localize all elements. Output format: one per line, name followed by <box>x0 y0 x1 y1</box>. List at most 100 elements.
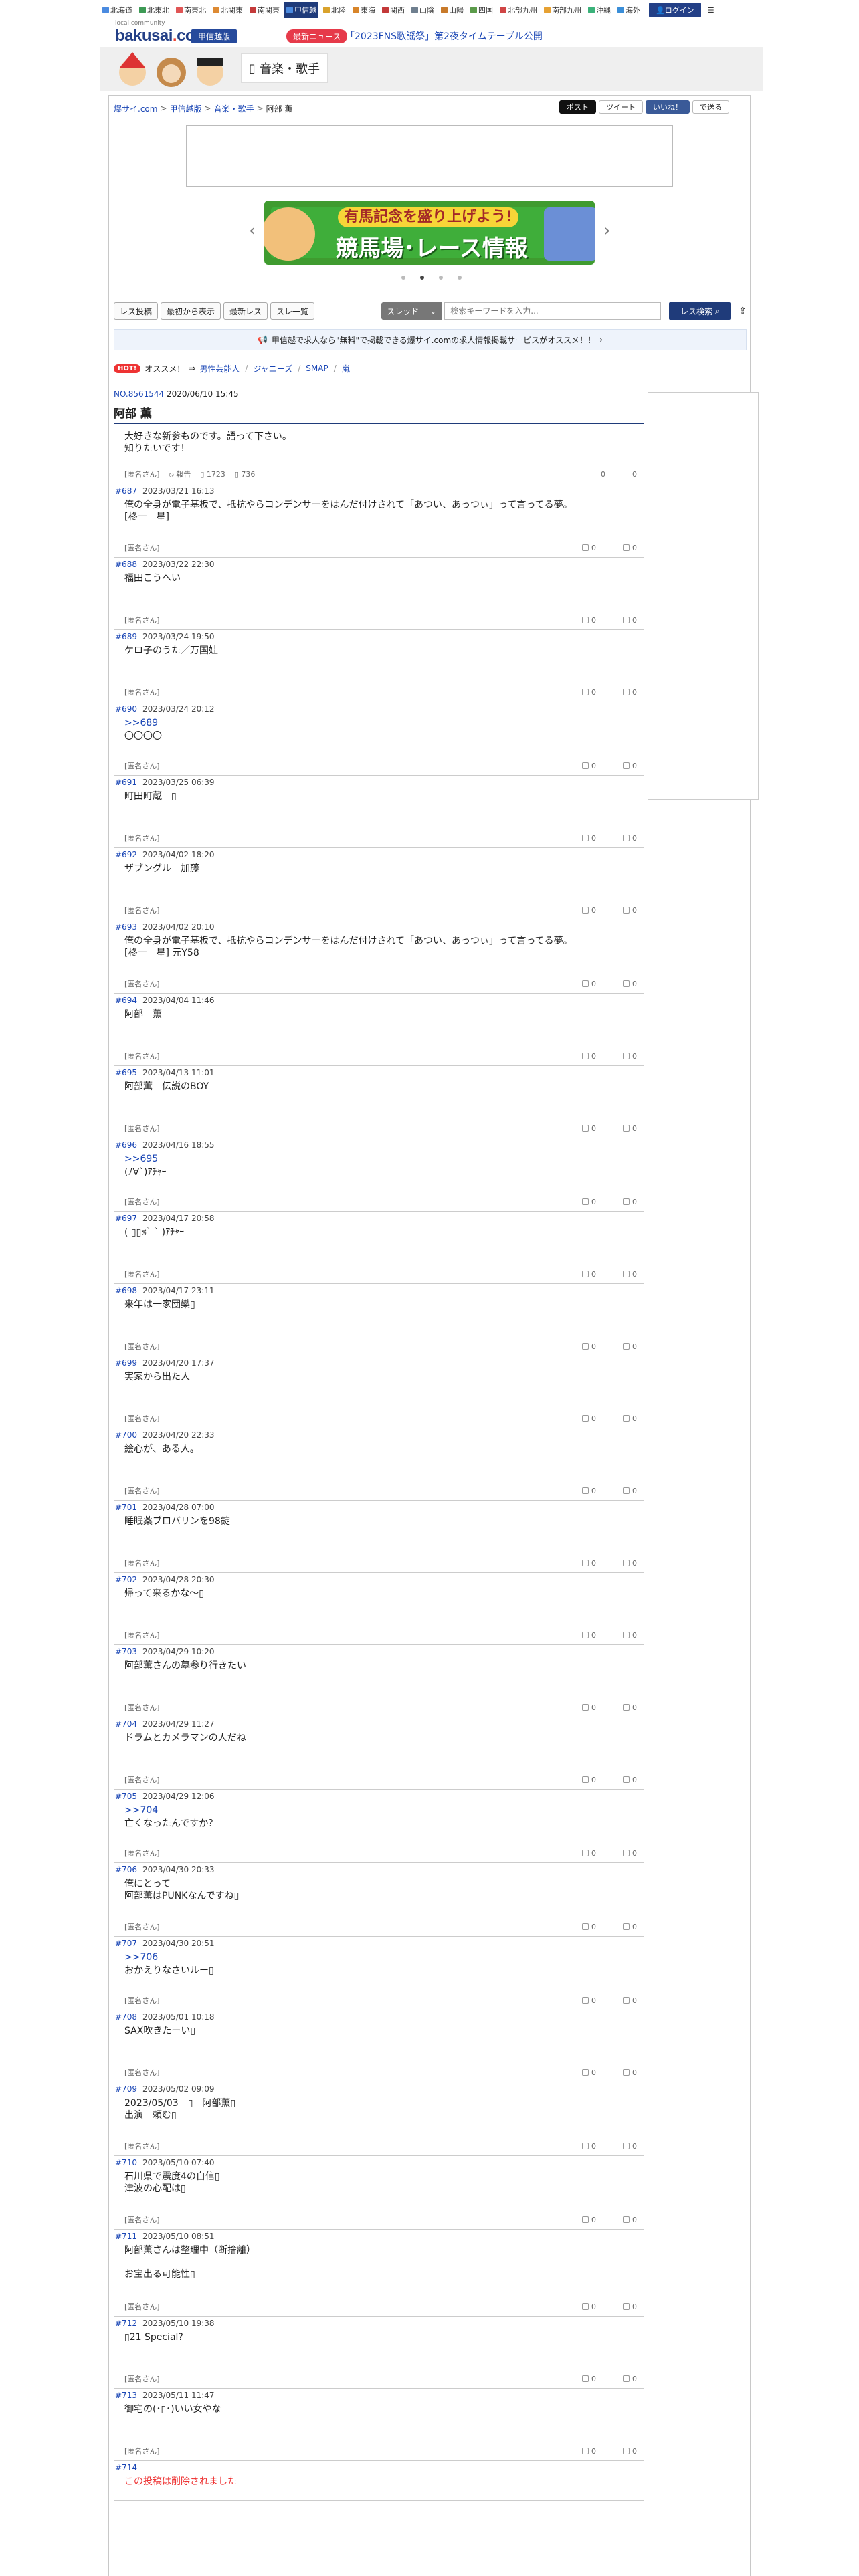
post-number[interactable]: #693 <box>115 922 137 932</box>
login-button[interactable]: 👤 ログイン <box>649 3 701 17</box>
carousel-dot[interactable] <box>439 276 443 280</box>
post-number[interactable]: #694 <box>115 996 137 1005</box>
breadcrumb-home[interactable]: 爆サイ.com <box>114 103 157 114</box>
downvote-button[interactable]: 0 <box>623 1559 637 1568</box>
post-number[interactable]: #708 <box>115 2012 137 2022</box>
downvote-button[interactable]: 0 <box>623 1342 637 1351</box>
search-scope-select[interactable]: スレッド ⌄ <box>381 302 442 320</box>
downvote-button[interactable]: 0 <box>623 1198 637 1206</box>
post-number[interactable]: #704 <box>115 1719 137 1729</box>
upvote-button[interactable]: 0 <box>582 1776 596 1784</box>
post-number[interactable]: #710 <box>115 2158 137 2167</box>
downvote-button[interactable]: 0 <box>623 1996 637 2005</box>
region-link[interactable]: 沖縄 <box>586 2 613 18</box>
area-chip[interactable]: 甲信越版 <box>191 29 237 43</box>
like-button[interactable]: いいね！ <box>646 100 690 114</box>
downvote-button[interactable]: 0 <box>623 544 637 552</box>
upvote-button[interactable]: 0 <box>582 1996 596 2005</box>
downvote-button[interactable]: 0 <box>623 762 637 770</box>
upvote-button[interactable]: 0 <box>582 1923 596 1931</box>
upvote-button[interactable]: 0 <box>582 1414 596 1423</box>
upvote-button[interactable]: 0 <box>582 2302 596 2311</box>
region-link[interactable]: 東海 <box>351 2 377 18</box>
upvote-button[interactable]: 0 <box>582 834 596 843</box>
upvote-button[interactable]: 0 <box>582 1342 596 1351</box>
upvote-button[interactable]: 0 <box>582 1631 596 1640</box>
post-number[interactable]: #691 <box>115 778 137 787</box>
upvote-button[interactable]: 0 <box>582 2216 596 2224</box>
search-input[interactable] <box>444 302 662 320</box>
post-reply-button[interactable]: レス投稿 <box>114 302 159 320</box>
share-icon[interactable]: ⇪ <box>739 306 747 316</box>
carousel-prev-icon[interactable]: ‹ <box>249 221 256 241</box>
post-number[interactable]: #697 <box>115 1214 137 1223</box>
downvote-button[interactable]: 0 <box>623 616 637 625</box>
breadcrumb-category[interactable]: 音楽・歌手 <box>214 103 254 114</box>
carousel-next-icon[interactable]: › <box>603 221 610 241</box>
upvote-button[interactable]: 0 <box>582 1198 596 1206</box>
recommend-link[interactable]: 男性芸能人 <box>199 363 240 374</box>
latest-replies-button[interactable]: 最新レス <box>223 302 268 320</box>
downvote-button[interactable]: 0 <box>623 688 637 697</box>
downvote-button[interactable]: 0 <box>623 1703 637 1712</box>
downvote-button[interactable]: 0 <box>623 2142 637 2151</box>
post-number[interactable]: #712 <box>115 2319 137 2328</box>
post-number[interactable]: #698 <box>115 1286 137 1295</box>
news-link[interactable]: 「2023FNS歌謡祭」第2夜タイムテーブル公開 <box>345 29 543 43</box>
downvote-button[interactable]: 0 <box>623 834 637 843</box>
post-number[interactable]: #700 <box>115 1430 137 1440</box>
upvote-button[interactable]: 0 <box>582 616 596 625</box>
reply-anchor[interactable]: >>695 <box>124 1154 158 1164</box>
post-number[interactable]: #699 <box>115 1358 137 1368</box>
downvote-button[interactable]: 0 <box>623 1631 637 1640</box>
post-number[interactable]: #705 <box>115 1792 137 1801</box>
downvote-button[interactable]: 0 <box>623 1414 637 1423</box>
post-number[interactable]: #703 <box>115 1647 137 1656</box>
post-number[interactable]: #696 <box>115 1140 137 1150</box>
downvote-button[interactable]: 0 <box>623 2375 637 2383</box>
downvote-button[interactable]: 0 <box>623 1124 637 1133</box>
recommend-link[interactable]: ジャニーズ <box>253 363 292 374</box>
upvote-button[interactable]: 0 <box>582 1124 596 1133</box>
downvote-button[interactable]: 0 <box>623 2068 637 2077</box>
post-number[interactable]: #695 <box>115 1068 137 1077</box>
region-link[interactable]: 南部九州 <box>542 2 583 18</box>
downvote-button[interactable]: 0 <box>623 2302 637 2311</box>
downvote-button[interactable]: 0 <box>623 1052 637 1061</box>
upvote-button[interactable]: 0 <box>582 2142 596 2151</box>
downvote-button[interactable]: 0 <box>632 470 637 479</box>
downvote-button[interactable]: 0 <box>623 980 637 988</box>
carousel-dot[interactable] <box>401 276 405 280</box>
tweet-button[interactable]: ツイート <box>599 100 643 114</box>
downvote-button[interactable]: 0 <box>623 1487 637 1495</box>
region-link[interactable]: 北部九州 <box>498 2 539 18</box>
region-link[interactable]: 南関東 <box>248 2 282 18</box>
upvote-button[interactable]: 0 <box>582 906 596 915</box>
line-send-button[interactable]: で送る <box>692 100 729 114</box>
downvote-button[interactable]: 0 <box>623 1776 637 1784</box>
post-number[interactable]: #690 <box>115 704 137 714</box>
upvote-button[interactable]: 0 <box>582 1849 596 1858</box>
job-promo-banner[interactable]: 📢 甲信越で求人なら"無料"で掲載できる爆サイ.comの求人情報掲載サービスがオ… <box>114 329 747 350</box>
upvote-button[interactable]: 0 <box>582 544 596 552</box>
thread-number[interactable]: NO.8561544 <box>114 389 164 399</box>
report-link[interactable]: ⦸ 報告 <box>169 469 191 479</box>
upvote-button[interactable]: 0 <box>582 980 596 988</box>
upvote-button[interactable]: 0 <box>582 688 596 697</box>
show-from-start-button[interactable]: 最初から表示 <box>161 302 221 320</box>
downvote-button[interactable]: 0 <box>623 906 637 915</box>
post-number[interactable]: #689 <box>115 632 137 641</box>
reply-anchor[interactable]: >>704 <box>124 1805 158 1816</box>
upvote-button[interactable]: 0 <box>582 1052 596 1061</box>
post-number[interactable]: #702 <box>115 1575 137 1584</box>
region-link[interactable]: 四国 <box>468 2 495 18</box>
region-link[interactable]: 甲信越 <box>284 2 318 18</box>
region-link[interactable]: 北東北 <box>137 2 171 18</box>
upvote-button[interactable]: 0 <box>582 2447 596 2456</box>
region-link[interactable]: 海外 <box>615 2 642 18</box>
thread-list-button[interactable]: スレ一覧 <box>270 302 315 320</box>
reply-anchor[interactable]: >>689 <box>124 718 158 728</box>
downvote-button[interactable]: 0 <box>623 1923 637 1931</box>
upvote-button[interactable]: 0 <box>582 762 596 770</box>
carousel-dot[interactable] <box>458 276 462 280</box>
